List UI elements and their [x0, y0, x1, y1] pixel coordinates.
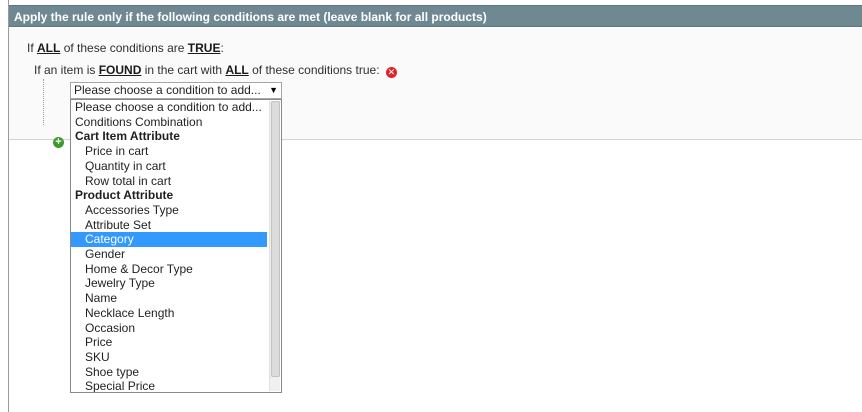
root-prefix: If: [27, 41, 34, 55]
root-suffix: :: [220, 41, 224, 55]
dropdown-option[interactable]: Attribute Set: [71, 218, 267, 233]
dropdown-option[interactable]: Necklace Length: [71, 306, 267, 321]
condition-dropdown-list[interactable]: Please choose a condition to add... Condi…: [70, 99, 282, 393]
dropdown-option[interactable]: Price: [71, 335, 267, 350]
conditions-section-title: Apply the rule only if the following con…: [14, 10, 487, 24]
chevron-down-icon: ▼: [269, 85, 278, 95]
found-aggregator-toggle[interactable]: ALL: [225, 63, 248, 77]
remove-icon[interactable]: ✕: [385, 67, 397, 78]
dropdown-option[interactable]: Category: [71, 232, 267, 247]
root-middle: of these conditions are: [63, 41, 185, 55]
scrollbar-thumb[interactable]: [271, 101, 280, 377]
dropdown-option[interactable]: Gender: [71, 247, 267, 262]
condition-select[interactable]: Please choose a condition to add... ▼: [70, 82, 282, 99]
dropdown-option[interactable]: Price in cart: [71, 144, 267, 159]
found-value-toggle[interactable]: FOUND: [99, 63, 142, 77]
dropdown-option[interactable]: Conditions Combination: [71, 115, 267, 130]
conditions-section-header: Apply the rule only if the following con…: [9, 5, 862, 27]
dropdown-option[interactable]: Quantity in cart: [71, 159, 267, 174]
found-prefix: If an item is: [34, 63, 96, 77]
dropdown-optgroup: Cart Item Attribute: [75, 129, 180, 144]
dropdown-option[interactable]: Jewelry Type: [71, 276, 267, 291]
root-value-toggle[interactable]: TRUE: [188, 41, 221, 55]
add-icon[interactable]: +: [53, 137, 64, 148]
dropdown-option[interactable]: SKU: [71, 350, 267, 365]
dropdown-option[interactable]: Row total in cart: [71, 174, 267, 189]
product-found-condition-line: If an item is FOUND in the cart with ALL…: [34, 63, 397, 78]
dropdown-scrollbar[interactable]: [269, 101, 280, 391]
dropdown-option[interactable]: Accessories Type: [71, 203, 267, 218]
dropdown-option[interactable]: Shoe type: [71, 365, 267, 380]
dropdown-option[interactable]: Name: [71, 291, 267, 306]
dropdown-option[interactable]: Please choose a condition to add...: [71, 100, 267, 115]
found-suffix: of these conditions true:: [252, 63, 380, 77]
conditions-root-line: If ALL of these conditions are TRUE:: [27, 41, 224, 55]
root-aggregator-toggle[interactable]: ALL: [37, 41, 60, 55]
dropdown-option[interactable]: Home & Decor Type: [71, 262, 267, 277]
condition-select-value: Please choose a condition to add...: [74, 83, 261, 97]
condition-tree-connector: [43, 79, 44, 125]
dropdown-optgroup: Product Attribute: [75, 188, 174, 203]
dropdown-option[interactable]: Special Price: [71, 379, 267, 392]
rule-conditions-panel: Apply the rule only if the following con…: [8, 0, 862, 412]
dropdown-option[interactable]: Occasion: [71, 321, 267, 336]
found-middle: in the cart with: [144, 63, 223, 77]
